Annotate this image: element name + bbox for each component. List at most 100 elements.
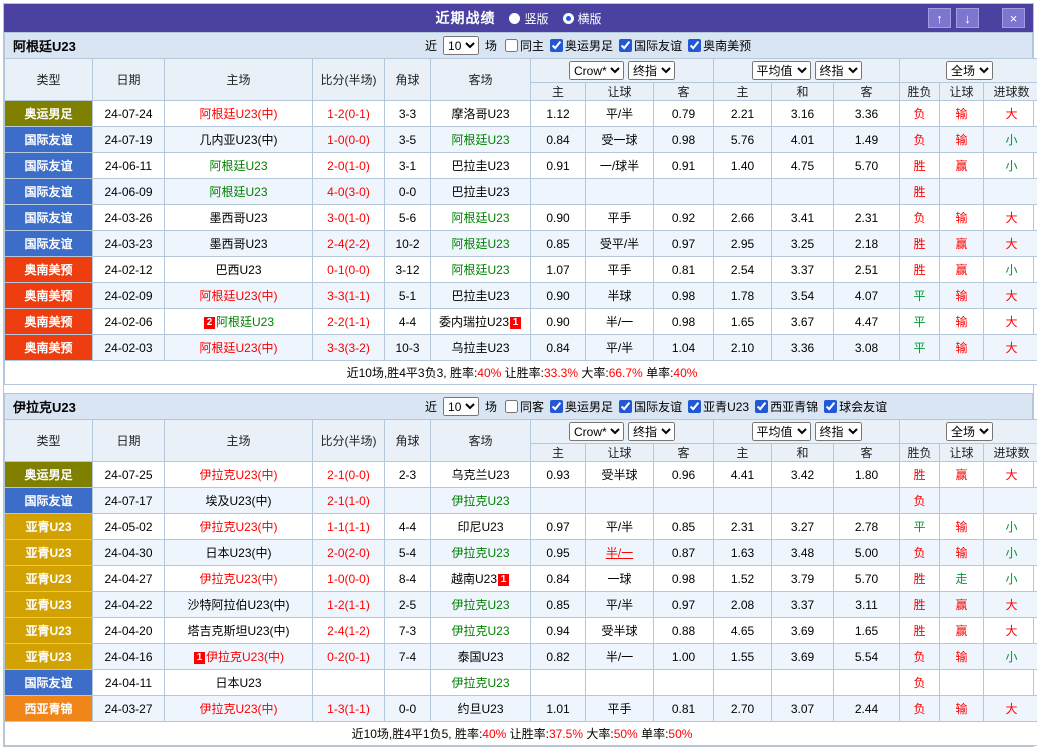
match-type-label: 西亚青锦 (24, 702, 72, 716)
match-type-label: 亚青U23 (25, 572, 71, 586)
result-goals-cell: 小 (984, 257, 1037, 283)
match-score: 2-4(1-2) (327, 624, 370, 638)
radio-vertical-layout[interactable]: 竖版 (509, 10, 548, 27)
result-handicap-cell: 输 (940, 644, 984, 670)
summary-stat-value: 40% (477, 366, 501, 380)
match-score: 0-2(0-1) (327, 650, 370, 664)
checkbox-input[interactable] (824, 400, 837, 413)
titlebar: 近期战绩 竖版 横版 ↑ ↓ × (4, 4, 1033, 32)
bookmaker-select[interactable]: Crow* (569, 61, 624, 80)
asia-away-odds: 0.98 (672, 289, 695, 303)
result-goals: 大 (1006, 107, 1018, 121)
filter-checkbox-亚青U23[interactable]: 亚青U23 (688, 398, 749, 415)
asia-handicap-cell: 一/球半 (586, 153, 654, 179)
recent-count-select[interactable]: 10 (443, 397, 479, 416)
euro-stage-select[interactable]: 终指 (815, 61, 862, 80)
filter-checkbox-国际友谊[interactable]: 国际友谊 (619, 37, 682, 54)
sub-header-result-wdl: 胜负 (900, 444, 940, 462)
asia-handicap-cell: 受平/半 (586, 231, 654, 257)
asia-away-odds-cell: 0.87 (654, 540, 714, 566)
filter-checkbox-奥运男足[interactable]: 奥运男足 (550, 398, 613, 415)
scroll-down-button[interactable]: ↓ (956, 8, 979, 28)
asia-handicap: 受平/半 (600, 237, 639, 251)
away-team-cell: 阿根廷U23 (431, 257, 531, 283)
checkbox-input[interactable] (688, 39, 701, 52)
checkbox-label: 奥运男足 (565, 37, 613, 54)
summary-row: 近10场,胜4平3负3, 胜率:40% 让胜率:33.3% 大率:66.7% 单… (5, 361, 1037, 385)
euro-home-odds: 2.54 (731, 263, 754, 277)
result-handicap-cell: 赢 (940, 257, 984, 283)
euro-home-odds: 2.70 (731, 702, 754, 716)
scroll-up-button[interactable]: ↑ (928, 8, 951, 28)
sub-header-euro-draw: 和 (772, 83, 834, 101)
corner-cell (385, 670, 431, 696)
result-handicap-cell: 输 (940, 309, 984, 335)
bookmaker-select[interactable]: Crow* (569, 422, 624, 441)
match-row: 奥南美预24-02-12巴西U230-1(0-0)3-12阿根廷U231.07平… (5, 257, 1037, 283)
asia-stage-select[interactable]: 终指 (628, 422, 675, 441)
col-header-score: 比分(半场) (313, 59, 385, 101)
filter-checkbox-西亚青锦[interactable]: 西亚青锦 (755, 398, 818, 415)
asia-away-odds: 0.87 (672, 546, 695, 560)
euro-home-odds-cell: 1.78 (714, 283, 772, 309)
scope-select[interactable]: 全场 (946, 61, 993, 80)
asia-home-odds-cell: 0.94 (531, 618, 586, 644)
euro-draw-odds: 4.75 (791, 159, 814, 173)
away-team-name: 伊拉克U23 (451, 598, 509, 612)
checkbox-input[interactable] (688, 400, 701, 413)
euro-away-odds-cell: 2.51 (834, 257, 900, 283)
radio-horizontal-layout[interactable]: 横版 (563, 10, 602, 27)
asia-stage-select[interactable]: 终指 (628, 61, 675, 80)
corner-cell: 4-4 (385, 514, 431, 540)
close-button[interactable]: × (1002, 8, 1025, 28)
euro-draw-odds-cell: 3.48 (772, 540, 834, 566)
away-team-cell: 委内瑞拉U231 (431, 309, 531, 335)
checkbox-input[interactable] (619, 400, 632, 413)
result-handicap-cell: 走 (940, 566, 984, 592)
filter-checkbox-奥运男足[interactable]: 奥运男足 (550, 37, 613, 54)
euro-stage-select[interactable]: 终指 (815, 422, 862, 441)
euro-avg-select[interactable]: 平均值 (752, 61, 811, 80)
matches-table: 类型 日期 主场 比分(半场) 角球 客场 Crow*终指 平均值终指 全场 (4, 58, 1037, 385)
asia-home-odds: 0.82 (546, 650, 569, 664)
page-title: 近期战绩 (435, 8, 495, 28)
summary-stat-value: 50% (614, 727, 638, 741)
checkbox-label: 奥运男足 (565, 398, 613, 415)
asia-handicap-cell: 受一球 (586, 127, 654, 153)
filter-checkbox-同客[interactable]: 同客 (505, 398, 544, 415)
scope-select[interactable]: 全场 (946, 422, 993, 441)
corner-cell: 3-3 (385, 101, 431, 127)
result-wdl: 胜 (914, 159, 926, 173)
sub-header-result-handicap: 让球 (940, 83, 984, 101)
match-date-cell: 24-05-02 (93, 514, 165, 540)
checkbox-input[interactable] (755, 400, 768, 413)
euro-away-odds: 1.80 (855, 468, 878, 482)
away-team-name: 阿根廷U23 (451, 133, 509, 147)
filter-checkbox-同主[interactable]: 同主 (505, 37, 544, 54)
checkbox-input[interactable] (505, 39, 518, 52)
asia-home-odds: 0.84 (546, 133, 569, 147)
filter-checkbox-国际友谊[interactable]: 国际友谊 (619, 398, 682, 415)
asia-handicap-cell: 平/半 (586, 335, 654, 361)
summary-stat-label: 让胜率: (501, 366, 544, 380)
result-goals-cell (984, 179, 1037, 205)
asia-handicap: 半/一 (606, 650, 633, 664)
euro-away-odds: 5.70 (855, 159, 878, 173)
corner-score: 3-3 (399, 107, 416, 121)
checkbox-input[interactable] (550, 400, 563, 413)
summary-stat-label: 大率: (583, 727, 614, 741)
euro-avg-select[interactable]: 平均值 (752, 422, 811, 441)
filter-checkbox-奥南美预[interactable]: 奥南美预 (688, 37, 751, 54)
corner-score: 4-4 (399, 520, 416, 534)
recent-count-select[interactable]: 10 (443, 36, 479, 55)
checkbox-input[interactable] (505, 400, 518, 413)
corner-cell: 2-3 (385, 462, 431, 488)
home-team-cell: 伊拉克U23(中) (165, 514, 313, 540)
euro-away-odds-cell: 1.49 (834, 127, 900, 153)
checkbox-input[interactable] (550, 39, 563, 52)
home-team-cell: 墨西哥U23 (165, 231, 313, 257)
result-goals: 小 (1006, 572, 1018, 586)
filter-checkbox-球会友谊[interactable]: 球会友谊 (824, 398, 887, 415)
match-type-label: 奥南美预 (24, 289, 72, 303)
checkbox-input[interactable] (619, 39, 632, 52)
